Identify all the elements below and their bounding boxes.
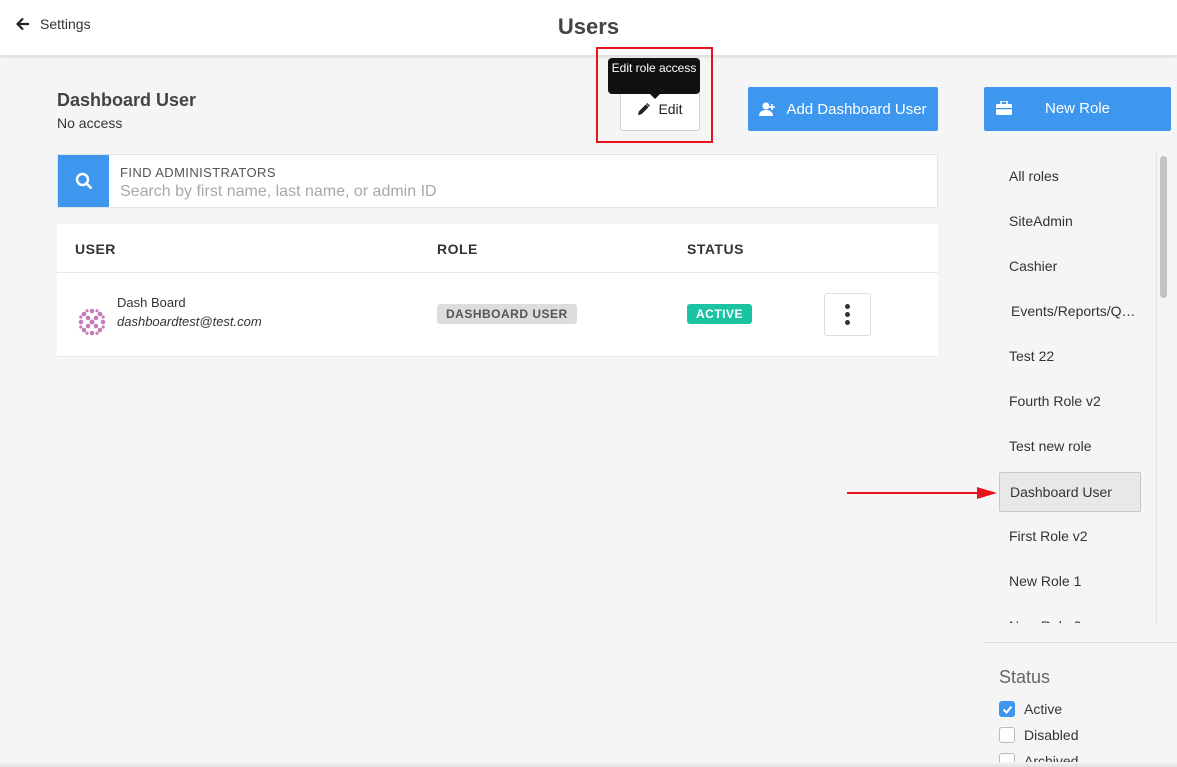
role-item-dashboard-user[interactable]: Dashboard User xyxy=(999,472,1141,512)
role-item-cashier[interactable]: Cashier xyxy=(999,246,1141,286)
add-user-label: Add Dashboard User xyxy=(786,100,927,118)
search-input[interactable] xyxy=(120,182,920,202)
user-email: dashboardtest@test.com xyxy=(117,314,262,329)
search-icon xyxy=(75,172,92,190)
status-option-label: Active xyxy=(1024,701,1063,717)
add-dashboard-user-button[interactable]: Add Dashboard User xyxy=(748,87,938,131)
column-header-user[interactable]: USER xyxy=(75,241,116,257)
status-option-disabled[interactable]: Disabled xyxy=(999,727,1078,743)
disabled-checkbox[interactable] xyxy=(999,727,1015,743)
more-vertical-icon-dot xyxy=(845,320,850,325)
role-item-siteadmin[interactable]: SiteAdmin xyxy=(999,201,1141,241)
role-title: Dashboard User xyxy=(57,90,197,110)
table-divider xyxy=(57,272,938,273)
users-table: USER ROLE STATUS Dash Board dashboardtes… xyxy=(57,224,938,357)
more-vertical-icon-dot xyxy=(845,312,850,317)
role-item-new-role-2[interactable]: New Role 2 xyxy=(999,606,1141,623)
search-label: FIND ADMINISTRATORS xyxy=(120,165,276,180)
role-item-fourth-role-v2[interactable]: Fourth Role v2 xyxy=(999,381,1141,421)
row-actions-button[interactable] xyxy=(824,293,871,336)
bottom-edge xyxy=(0,762,1177,767)
role-item-first-role-v2[interactable]: First Role v2 xyxy=(999,516,1141,556)
role-badge: DASHBOARD USER xyxy=(437,304,577,324)
column-header-status[interactable]: STATUS xyxy=(687,241,744,257)
role-item-test-new-role[interactable]: Test new role xyxy=(999,426,1141,466)
status-option-label: Disabled xyxy=(1024,727,1079,743)
page-title: Users xyxy=(557,14,620,39)
status-option-active[interactable]: Active xyxy=(999,701,1062,717)
status-filter-heading: Status xyxy=(999,667,1051,687)
user-plus-icon xyxy=(759,102,776,116)
role-item-events-reports[interactable]: Events/Reports/Q… xyxy=(999,291,1141,331)
annotation-arrow-icon xyxy=(847,487,997,499)
top-bar: Settings Users xyxy=(0,0,1177,56)
role-access-summary: No access xyxy=(57,115,123,131)
user-name[interactable]: Dash Board xyxy=(117,295,186,310)
avatar xyxy=(77,307,107,337)
sidebar-divider xyxy=(984,642,1177,643)
highlight-box xyxy=(596,47,713,143)
role-item-new-role-1[interactable]: New Role 1 xyxy=(999,561,1141,601)
role-item-test-22[interactable]: Test 22 xyxy=(999,336,1141,376)
new-role-label: New Role xyxy=(1044,100,1111,117)
status-badge: ACTIVE xyxy=(687,304,753,324)
admin-search: FIND ADMINISTRATORS xyxy=(57,154,938,208)
column-header-role[interactable]: ROLE xyxy=(437,241,478,257)
new-role-button[interactable]: New Role xyxy=(984,87,1171,131)
roles-scrollbar-thumb[interactable] xyxy=(1160,156,1167,298)
roles-list: All roles SiteAdmin Cashier Events/Repor… xyxy=(984,153,1171,623)
active-checkbox[interactable] xyxy=(999,701,1015,717)
role-item-all-roles[interactable]: All roles xyxy=(999,156,1141,196)
checkmark-icon xyxy=(1002,705,1012,714)
more-vertical-icon xyxy=(845,304,850,309)
search-button[interactable] xyxy=(58,155,109,207)
